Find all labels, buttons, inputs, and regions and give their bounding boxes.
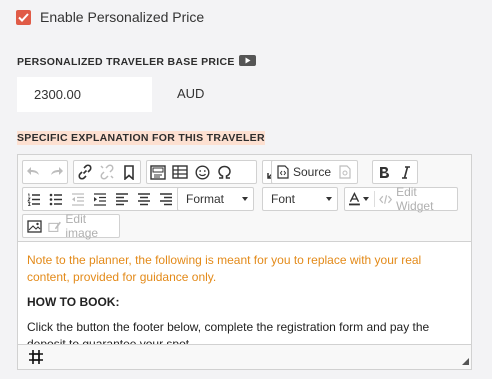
chevron-down-icon	[326, 197, 332, 201]
resize-handle-icon[interactable]	[462, 358, 469, 365]
image-icon	[150, 164, 166, 180]
undo-button[interactable]	[23, 161, 45, 183]
undo-redo-group	[22, 160, 68, 184]
format-select[interactable]: Format	[177, 187, 254, 211]
align-center-button[interactable]	[133, 188, 155, 210]
currency-label: AUD	[177, 86, 205, 101]
check-icon	[18, 12, 29, 22]
align-left-icon	[116, 192, 128, 205]
align-center-icon	[138, 192, 150, 205]
smiley-icon	[194, 164, 210, 180]
video-icon[interactable]	[238, 55, 256, 69]
chevron-down-icon	[242, 197, 248, 201]
personalized-price-label[interactable]: Enable Personalized Price	[40, 9, 204, 25]
italic-button[interactable]	[395, 161, 417, 183]
bookmark-icon	[124, 164, 134, 180]
explanation-title: SPECIFIC EXPLANATION FOR THIS TRAVELER	[17, 131, 265, 145]
personalized-price-row: Enable Personalized Price	[16, 9, 204, 25]
image-tools-group: Edit image	[22, 212, 120, 240]
rich-text-editor: Source Format Font Edit Widget Edit imag…	[17, 154, 472, 370]
outdent-button[interactable]	[67, 188, 89, 210]
font-label: Font	[271, 192, 296, 206]
how-to-book-text: Click the button the footer below, compl…	[27, 320, 430, 345]
chevron-down-icon	[362, 197, 369, 201]
font-select[interactable]: Font	[262, 187, 338, 211]
source-group: Source	[271, 160, 358, 184]
picture-icon	[26, 219, 42, 233]
align-left-button[interactable]	[111, 188, 133, 210]
redo-icon	[51, 167, 63, 175]
indent-icon	[94, 192, 106, 206]
how-to-book-heading: HOW TO BOOK:	[27, 295, 120, 309]
explanation-title-text: SPECIFIC EXPLANATION FOR THIS TRAVELER	[17, 131, 265, 145]
table-icon	[172, 165, 188, 179]
base-price-title: PERSONALIZED TRAVELER BASE PRICE	[17, 55, 256, 69]
editor-content-area[interactable]: Note to the planner, the following is me…	[18, 241, 471, 345]
color-widget-group: Edit Widget	[344, 185, 458, 213]
code-icon	[378, 194, 392, 204]
edit-widget-button[interactable]: Edit Widget	[376, 185, 457, 213]
anchor-button[interactable]	[118, 161, 140, 183]
edit-widget-label: Edit Widget	[396, 185, 434, 213]
omega-icon	[217, 165, 231, 179]
editor-toolbar: Source Format Font Edit Widget Edit imag…	[18, 155, 471, 241]
insert-emoji-button[interactable]	[191, 161, 213, 183]
source-icon	[277, 165, 289, 179]
bold-icon	[379, 166, 389, 178]
numbered-list-button[interactable]	[23, 188, 45, 210]
separator	[373, 191, 375, 207]
text-color-button[interactable]	[345, 188, 373, 210]
personalized-price-checkbox[interactable]	[16, 9, 31, 25]
edit-image-icon	[48, 221, 61, 232]
source-label: Source	[293, 165, 332, 179]
edit-image-button[interactable]: Edit image	[45, 212, 119, 240]
basic-style-group	[372, 160, 418, 184]
insert-image-button[interactable]	[147, 161, 169, 183]
format-label: Format	[186, 192, 225, 206]
base-price-input[interactable]	[17, 77, 152, 112]
planner-note: Note to the planner, the following is me…	[27, 253, 422, 284]
source-button[interactable]: Source	[274, 161, 334, 183]
bold-button[interactable]	[373, 161, 395, 183]
text-color-icon	[349, 192, 360, 206]
show-blocks-icon[interactable]	[28, 349, 44, 365]
unlink-button[interactable]	[96, 161, 118, 183]
insert-group	[146, 160, 257, 184]
link-group	[73, 160, 141, 184]
edit-image-label: Edit image	[65, 212, 99, 240]
editor-footer	[18, 345, 471, 369]
numbered-list-icon	[27, 193, 40, 206]
bulleted-list-button[interactable]	[45, 188, 67, 210]
redo-button[interactable]	[45, 161, 67, 183]
align-right-icon	[160, 192, 172, 205]
paragraph-group	[22, 187, 190, 211]
special-char-button[interactable]	[213, 161, 235, 183]
insert-table-button[interactable]	[169, 161, 191, 183]
indent-button[interactable]	[89, 188, 111, 210]
base-price-title-text: PERSONALIZED TRAVELER BASE PRICE	[17, 56, 235, 68]
undo-icon	[27, 167, 39, 175]
paste-icon	[339, 165, 351, 179]
link-button[interactable]	[74, 161, 96, 183]
outdent-icon	[72, 192, 84, 206]
bulleted-list-icon	[49, 193, 62, 205]
paste-button[interactable]	[334, 161, 356, 183]
unlink-icon	[100, 164, 114, 180]
align-right-button[interactable]	[155, 188, 177, 210]
italic-icon	[402, 165, 410, 179]
link-icon	[78, 164, 92, 180]
image-button[interactable]	[23, 215, 45, 237]
